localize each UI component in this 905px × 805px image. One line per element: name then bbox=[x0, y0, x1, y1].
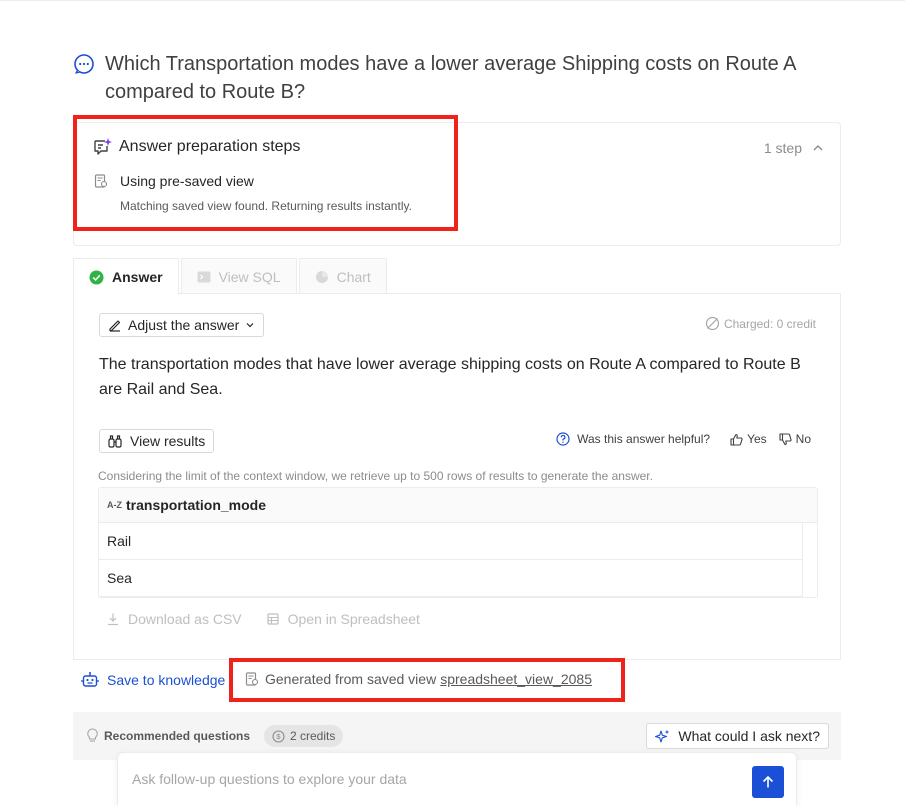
tab-chart-label: Chart bbox=[336, 268, 371, 285]
binoculars-icon bbox=[108, 435, 122, 448]
charged-indicator: Charged: 0 credit bbox=[705, 316, 816, 331]
column-header: transportation_mode bbox=[126, 497, 267, 513]
helpful-question: Was this answer helpful? bbox=[556, 432, 710, 446]
svg-text:$: $ bbox=[276, 732, 281, 741]
tab-answer-label: Answer bbox=[112, 269, 163, 285]
question-text: Which Transportation modes have a lower … bbox=[105, 53, 796, 103]
chevron-up-icon bbox=[813, 145, 823, 151]
download-icon bbox=[108, 613, 118, 626]
answer-text: The transportation modes that have lower… bbox=[99, 356, 801, 398]
tab-chart[interactable]: Chart bbox=[298, 258, 387, 294]
sparkles-icon bbox=[655, 729, 670, 743]
table-row: Rail bbox=[99, 523, 802, 560]
followup-box bbox=[117, 752, 797, 805]
charged-text: Charged: 0 credit bbox=[723, 316, 816, 331]
top-divider bbox=[0, 0, 905, 2]
helpful-question-text: Was this answer helpful? bbox=[577, 432, 711, 446]
terminal-icon bbox=[197, 271, 211, 282]
lightbulb-icon bbox=[87, 728, 98, 742]
table-cell: Rail bbox=[107, 533, 132, 549]
tab-view-sql[interactable]: View SQL bbox=[180, 258, 297, 294]
table-row: Sea bbox=[99, 560, 802, 597]
credits-badge: $ 2 credits bbox=[264, 725, 344, 747]
results-table: A-Z transportation_mode Rail Sea bbox=[98, 487, 818, 598]
answer-tabs: Answer View SQL Chart bbox=[73, 258, 389, 295]
answer-panel: Adjust the answer Charged: 0 credit The … bbox=[73, 293, 841, 660]
text-type-icon: A-Z bbox=[107, 500, 122, 510]
adjust-answer-button[interactable]: Adjust the answer bbox=[99, 313, 265, 337]
save-to-knowledge-label: Save to knowledge bbox=[107, 672, 226, 688]
download-csv-button[interactable]: Download as CSV bbox=[106, 611, 242, 627]
thumbs-down-icon bbox=[779, 432, 792, 445]
download-csv-label: Download as CSV bbox=[128, 611, 242, 627]
view-results-button[interactable]: View results bbox=[99, 429, 215, 453]
table-cell: Sea bbox=[107, 570, 132, 586]
open-spreadsheet-label: Open in Spreadsheet bbox=[287, 611, 420, 627]
no-credit-icon bbox=[705, 316, 720, 331]
yes-label: Yes bbox=[747, 432, 767, 446]
arrow-up-icon bbox=[762, 775, 774, 788]
robot-icon bbox=[81, 672, 99, 687]
table-header[interactable]: A-Z transportation_mode bbox=[99, 488, 817, 523]
recommended-label: Recommended questions bbox=[86, 728, 250, 743]
no-label: No bbox=[795, 432, 811, 446]
coin-icon: $ bbox=[272, 729, 285, 743]
pie-chart-icon bbox=[315, 270, 328, 283]
tab-answer[interactable]: Answer bbox=[73, 258, 179, 295]
chevron-down-icon bbox=[246, 323, 254, 328]
highlight-box bbox=[73, 115, 458, 231]
steps-toggle[interactable]: 1 step bbox=[764, 140, 824, 156]
question-header: Which Transportation modes have a lower … bbox=[73, 50, 833, 106]
question-circle-icon bbox=[556, 432, 570, 446]
recommended-label-text: Recommended questions bbox=[104, 728, 251, 743]
tab-view-sql-label: View SQL bbox=[218, 268, 281, 285]
open-spreadsheet-button[interactable]: Open in Spreadsheet bbox=[266, 611, 420, 627]
check-circle-icon bbox=[89, 270, 104, 284]
pencil-icon bbox=[109, 320, 121, 332]
spreadsheet-icon bbox=[267, 613, 279, 625]
table-scrollbar[interactable] bbox=[802, 523, 817, 597]
view-results-label: View results bbox=[130, 433, 206, 449]
credits-text: 2 credits bbox=[290, 729, 336, 743]
what-could-i-ask-label: What could I ask next? bbox=[678, 728, 820, 744]
send-button[interactable] bbox=[752, 766, 784, 798]
thumbs-up-icon bbox=[730, 433, 743, 446]
what-could-i-ask-button[interactable]: What could I ask next? bbox=[646, 723, 829, 749]
thumbs-down-button[interactable]: No bbox=[779, 432, 811, 446]
followup-input[interactable] bbox=[132, 771, 732, 787]
context-note: Considering the limit of the context win… bbox=[98, 469, 653, 483]
highlight-box bbox=[229, 658, 625, 702]
save-to-knowledge-button[interactable]: Save to knowledge bbox=[81, 671, 225, 689]
feedback-row: Was this answer helpful? Yes No bbox=[556, 432, 811, 446]
chat-bubble-icon bbox=[74, 54, 94, 74]
thumbs-up-button[interactable]: Yes bbox=[730, 432, 767, 446]
adjust-answer-label: Adjust the answer bbox=[128, 317, 240, 333]
result-actions: Download as CSV Open in Spreadsheet bbox=[106, 611, 444, 627]
steps-count: 1 step bbox=[763, 140, 802, 156]
